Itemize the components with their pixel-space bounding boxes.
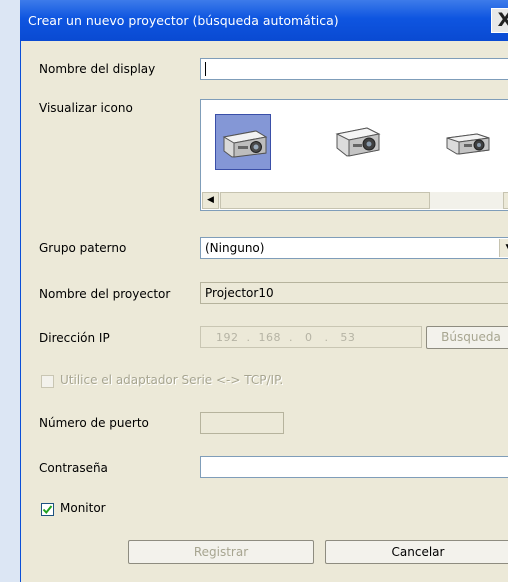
monitor-checkbox[interactable] xyxy=(41,503,54,516)
password-label: Contraseña xyxy=(39,461,108,475)
projector-name-field: Projector10 xyxy=(200,282,508,304)
cancel-button[interactable]: Cancelar xyxy=(325,540,508,564)
icon-picker-list[interactable]: ◀ ▶ xyxy=(200,99,508,211)
display-name-input[interactable] xyxy=(200,58,508,80)
monitor-label: Monitor xyxy=(60,501,106,515)
projector-icon-1[interactable] xyxy=(215,114,271,170)
ip-address-value: 192 . 168 . 0 . 53 xyxy=(216,331,356,344)
text-caret xyxy=(205,62,206,76)
register-button[interactable]: Registrar xyxy=(128,540,314,564)
projector-icon-3[interactable] xyxy=(439,114,495,170)
ip-address-label: Dirección IP xyxy=(39,331,110,345)
serial-adapter-label: Utilice el adaptador Serie <-> TCP/IP. xyxy=(60,373,284,387)
chevron-down-icon[interactable]: ▼ xyxy=(499,239,508,257)
port-number-label: Número de puerto xyxy=(39,416,149,430)
projector-name-value: Projector10 xyxy=(205,286,274,300)
projector-name-label: Nombre del proyector xyxy=(39,287,171,301)
parent-group-select[interactable]: (Ninguno) ▼ xyxy=(200,237,508,259)
serial-adapter-checkbox[interactable] xyxy=(41,375,54,388)
password-input[interactable] xyxy=(200,456,508,478)
scroll-thumb[interactable] xyxy=(220,192,430,209)
search-button[interactable]: Búsqueda xyxy=(426,326,508,349)
window-title: Crear un nuevo proyector (búsqueda autom… xyxy=(28,13,339,28)
dialog-body: Nombre del display Visualizar icono ◀ Gr… xyxy=(20,41,508,582)
scroll-right-button[interactable]: ▶ xyxy=(503,192,508,209)
projector-icon-2[interactable] xyxy=(329,114,385,170)
ip-address-field: 192 . 168 . 0 . 53 xyxy=(200,326,422,348)
title-bar[interactable]: Crear un nuevo proyector (búsqueda autom… xyxy=(20,0,508,41)
icon-list-scrollbar[interactable]: ◀ ▶ xyxy=(202,192,508,209)
parent-group-label: Grupo paterno xyxy=(39,241,127,255)
icon-picker-label: Visualizar icono xyxy=(39,101,133,115)
port-number-field xyxy=(200,412,284,434)
checkmark-icon xyxy=(42,505,53,515)
close-button[interactable]: X xyxy=(491,8,508,33)
display-name-label: Nombre del display xyxy=(39,62,156,76)
create-projector-dialog: Crear un nuevo proyector (búsqueda autom… xyxy=(20,0,508,582)
parent-group-value: (Ninguno) xyxy=(205,241,265,255)
scroll-left-button[interactable]: ◀ xyxy=(202,192,219,209)
